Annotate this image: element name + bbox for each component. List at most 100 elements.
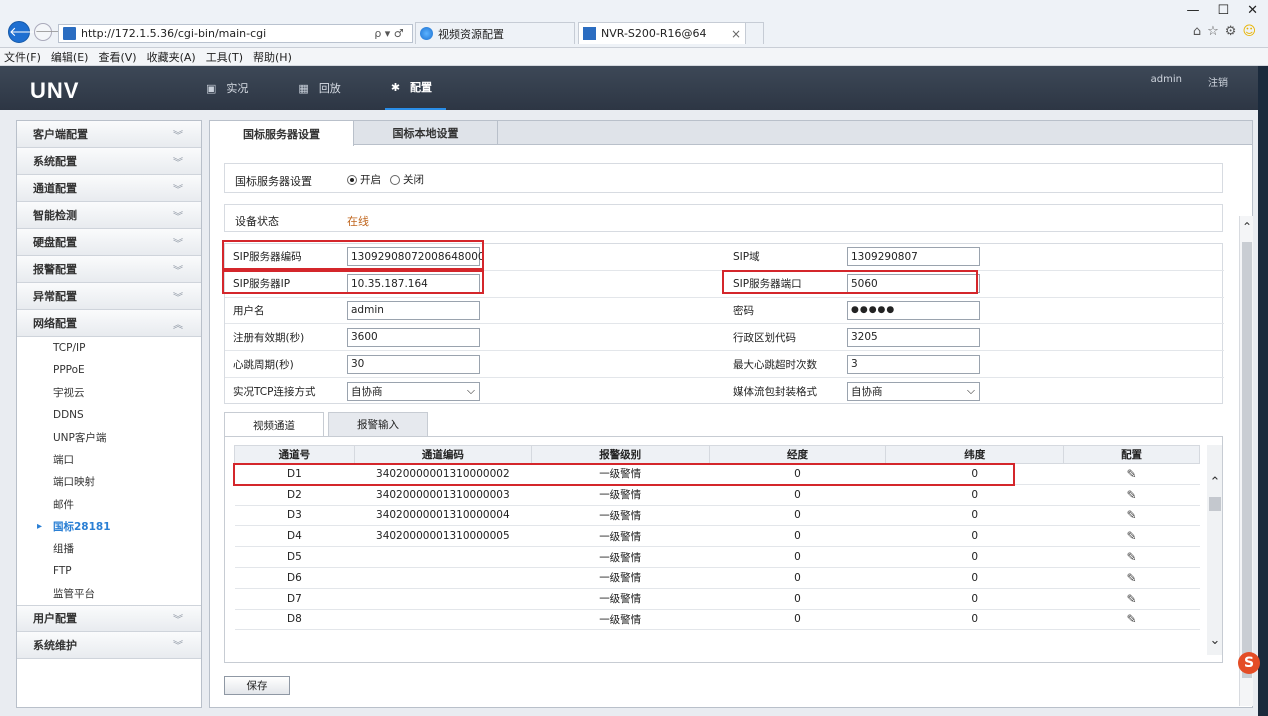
sip-domain-input[interactable]: 1309290807 <box>847 247 980 267</box>
menu-edit[interactable]: 编辑(E) <box>51 49 89 65</box>
address-url[interactable]: http://172.1.5.36/cgi-bin/main-cgi <box>81 27 366 40</box>
sidebar-item-email[interactable]: 邮件 <box>17 493 201 515</box>
tab-alarm-input[interactable]: 报警输入 <box>328 412 428 436</box>
scroll-up-icon[interactable]: ⌃ <box>1207 475 1222 491</box>
cell-latitude: 0 <box>885 567 1064 589</box>
table-row: D2 34020000001310000003 一级警情 0 0 ✎ <box>234 484 1200 506</box>
tab-video-channel[interactable]: 视频通道 <box>224 412 324 437</box>
logout-link[interactable]: 注销 <box>1208 74 1228 89</box>
browser-tab-1[interactable]: 视频资源配置 <box>415 22 575 44</box>
edit-pencil-icon[interactable]: ✎ <box>1127 571 1137 585</box>
sidebar-section-disk[interactable]: 硬盘配置 ︾ <box>17 229 201 256</box>
password-input[interactable]: ●●●●● <box>847 300 980 320</box>
settings-gear-icon[interactable]: ⚙ <box>1225 24 1237 39</box>
sidebar-section-user[interactable]: 用户配置 ︾ <box>17 604 201 632</box>
sidebar-item-tcpip[interactable]: TCP/IP <box>17 337 201 359</box>
sidebar-section-exception[interactable]: 异常配置 ︾ <box>17 283 201 310</box>
field-max-timeouts: 最大心跳超时次数 3 <box>725 351 1224 378</box>
scroll-up-icon[interactable]: ⌃ <box>1240 220 1254 234</box>
sidebar-item-port-mapping[interactable]: 端口映射 <box>17 471 201 493</box>
cell-code <box>354 546 532 568</box>
current-user: admin <box>1150 74 1182 85</box>
maximize-button[interactable]: ☐ <box>1217 3 1229 18</box>
page-scrollbar[interactable]: ⌃ <box>1239 216 1253 706</box>
favorites-star-icon[interactable]: ☆ <box>1207 24 1219 39</box>
unv-logo: UNV <box>30 78 80 103</box>
register-expiry-input[interactable]: 3600 <box>347 327 480 347</box>
stream-format-select[interactable]: 自协商 ⌵ <box>847 381 980 401</box>
section-label: 客户端配置 <box>33 128 88 141</box>
sidebar-section-maintenance[interactable]: 系统维护 ︾ <box>17 631 201 659</box>
ime-sogou-icon[interactable]: S <box>1238 652 1260 674</box>
tcp-mode-select[interactable]: 自协商 ⌵ <box>347 381 480 401</box>
minimize-button[interactable]: — <box>1186 3 1199 18</box>
browser-chrome: 🡐 🡒 http://172.1.5.36/cgi-bin/main-cgi ρ… <box>0 0 1268 48</box>
chevron-up-icon: ︽ <box>173 319 183 331</box>
field-label: 注册有效期(秒) <box>233 331 305 344</box>
heartbeat-input[interactable]: 30 <box>347 354 480 374</box>
address-bar[interactable]: http://172.1.5.36/cgi-bin/main-cgi ρ ▾ ♂ <box>58 24 413 43</box>
nav-playback[interactable]: ▦ 回放 <box>292 66 354 110</box>
address-tools[interactable]: ρ ▾ ♂ <box>366 27 412 40</box>
edit-pencil-icon[interactable]: ✎ <box>1127 508 1137 522</box>
tab-gb-local[interactable]: 国标本地设置 <box>354 121 498 144</box>
edit-pencil-icon[interactable]: ✎ <box>1127 467 1137 481</box>
tab-close-icon[interactable]: × <box>731 27 741 41</box>
sidebar-item-platform[interactable]: 监管平台 <box>17 582 201 604</box>
sidebar-section-smart[interactable]: 智能检测 ︾ <box>17 202 201 229</box>
menu-view[interactable]: 查看(V) <box>98 49 136 65</box>
edit-pencil-icon[interactable]: ✎ <box>1127 592 1137 606</box>
scroll-thumb[interactable] <box>1209 497 1221 511</box>
cell-longitude: 0 <box>709 588 886 610</box>
radio-on[interactable] <box>347 174 357 185</box>
sidebar-item-ddns[interactable]: DDNS <box>17 404 201 426</box>
back-button[interactable]: 🡐 <box>8 21 44 43</box>
edit-pencil-icon[interactable]: ✎ <box>1127 612 1137 626</box>
radio-off[interactable] <box>390 174 400 185</box>
browser-tab-2[interactable]: NVR-S200-R16@64 × <box>578 22 764 44</box>
sidebar-section-network[interactable]: 网络配置 ︽ <box>17 310 201 337</box>
scroll-down-icon[interactable]: ⌄ <box>1207 633 1222 649</box>
edit-pencil-icon[interactable]: ✎ <box>1127 488 1137 502</box>
tab-gb-server[interactable]: 国标服务器设置 <box>210 121 354 146</box>
menu-help[interactable]: 帮助(H) <box>253 49 292 65</box>
nav-live[interactable]: ▣ 实况 <box>200 66 262 110</box>
sidebar-item-cloud[interactable]: 宇视云 <box>17 382 201 404</box>
film-icon: ▦ <box>298 81 309 95</box>
table-row: D7 一级警情 0 0 ✎ <box>234 588 1200 610</box>
table-scrollbar[interactable]: ⌃ ⌄ <box>1207 445 1222 655</box>
close-window-button[interactable]: ✕ <box>1247 3 1258 18</box>
section-label: 硬盘配置 <box>33 236 77 249</box>
cell-channel: D6 <box>234 567 355 589</box>
region-code-input[interactable]: 3205 <box>847 327 980 347</box>
forward-button[interactable]: 🡒 <box>34 23 65 41</box>
max-timeouts-input[interactable]: 3 <box>847 354 980 374</box>
sidebar-item-pppoe[interactable]: PPPoE <box>17 359 201 381</box>
home-icon[interactable]: ⌂ <box>1193 24 1201 39</box>
menu-favorites[interactable]: 收藏夹(A) <box>147 49 196 65</box>
sidebar-item-gb28181[interactable]: 国标28181 <box>17 515 201 537</box>
username-input[interactable]: admin <box>347 300 480 320</box>
feedback-smiley-icon[interactable]: ☺ <box>1242 24 1256 39</box>
sidebar-item-port[interactable]: 端口 <box>17 448 201 470</box>
menu-tools[interactable]: 工具(T) <box>206 49 243 65</box>
sidebar-section-system[interactable]: 系统配置 ︾ <box>17 148 201 175</box>
nav-config[interactable]: ✱ 配置 <box>384 66 447 110</box>
edit-pencil-icon[interactable]: ✎ <box>1127 529 1137 543</box>
new-tab-button[interactable] <box>745 23 763 44</box>
sidebar-section-client[interactable]: 客户端配置 ︾ <box>17 121 201 148</box>
monitor-icon: ▣ <box>206 81 217 95</box>
scroll-thumb[interactable] <box>1242 242 1252 678</box>
sidebar-section-alarm[interactable]: 报警配置 ︾ <box>17 256 201 283</box>
sidebar-item-unp[interactable]: UNP客户端 <box>17 426 201 448</box>
sidebar-item-ftp[interactable]: FTP <box>17 560 201 582</box>
edit-pencil-icon[interactable]: ✎ <box>1127 550 1137 564</box>
cell-channel: D4 <box>234 525 355 548</box>
sidebar-section-channel[interactable]: 通道配置 ︾ <box>17 175 201 202</box>
section-label: 系统维护 <box>33 638 77 652</box>
save-button[interactable]: 保存 <box>224 676 290 695</box>
cell-level: 一级警情 <box>531 525 710 548</box>
menu-file[interactable]: 文件(F) <box>4 49 41 65</box>
sidebar-item-multicast[interactable]: 组播 <box>17 538 201 560</box>
cell-level: 一级警情 <box>531 567 710 589</box>
